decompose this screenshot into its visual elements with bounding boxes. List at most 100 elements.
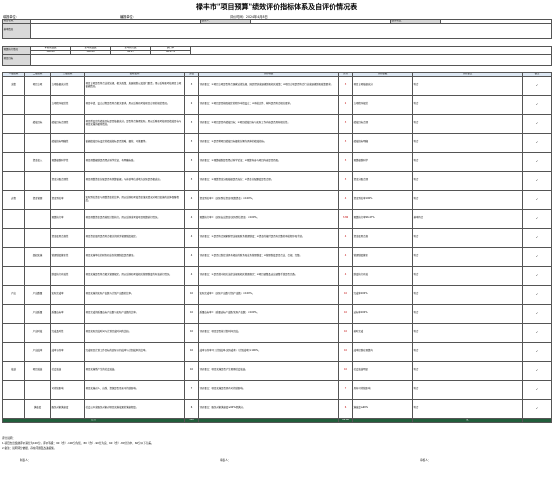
row-note: ✓: [522, 170, 552, 191]
row-l1: [2, 208, 25, 229]
row-basis: 具有可持续影响: [352, 379, 413, 400]
row-score: 4: [184, 227, 199, 248]
row-basis: 资金分配合理: [352, 170, 413, 191]
row-l3: 质量达标率: [50, 303, 85, 324]
row-score: 10: [184, 341, 199, 362]
table-row: 绩效目标 绩效目标合理性 项目所设定的绩效目标是否依据充分，是否符合客观实际，用以反…: [2, 113, 552, 134]
row-note: ✓: [522, 246, 552, 267]
row-basis: 资金到位率100%: [352, 189, 413, 210]
row-got: 3: [338, 75, 353, 96]
row-note: ✓: [522, 322, 552, 343]
table-row: 制度执行有效性 项目实施是否符合相关管理规定，用以反映和考核相关管理制度的有效执行…: [2, 265, 552, 286]
row-desc: 项目实施单位的财务和业务管理制度是否健全。: [84, 246, 185, 267]
row-desc: 项目实施是否符合相关管理规定，用以反映和考核相关管理制度的有效执行情况。: [84, 265, 185, 286]
row-eval: 实际完成率=（实际产出数/计划产出数）×100%。: [198, 284, 339, 305]
row-basis: 立项程序规范: [352, 94, 413, 115]
budget-label: 预算执行情况: [2, 46, 31, 55]
row-note: ✓: [522, 303, 552, 324]
row-l2: 组织实施: [24, 246, 51, 267]
footer-line2: 2.备注：说明评分依据、存在问题及改进措施。: [2, 447, 57, 450]
basic-label: 基本情况: [2, 22, 31, 39]
row-l3: 绩效指标明确性: [50, 132, 85, 153]
row-desc: 完成项目计划工作目标的实际节约成本与计划成本的比率。: [84, 341, 185, 362]
table-row: 产出 产出数量 实际完成率 项目实施的实际产出数与计划产出数的比率。 10 实际完成率=（…: [2, 284, 552, 305]
row-got: 4: [338, 189, 353, 210]
row-point: 符合: [412, 284, 523, 305]
row-l1: 产出: [2, 284, 25, 305]
row-basis: 绩效指标明确: [352, 132, 413, 153]
total-eval: [198, 417, 339, 423]
row-eval: 评价要点：项目是否按计划时间完成。: [198, 322, 339, 343]
row-desc: 实际到位资金与预算资金的比率，用以反映和考核资金落实情况对项目实施的总体保障程度…: [84, 189, 185, 210]
row-point: 符合: [412, 227, 523, 248]
indicator-rows: 决策 项目立项 立项依据充分性 项目立项是否符合法律法规、相关政策、发展规划以及部门职…: [2, 75, 552, 419]
row-l1: [2, 132, 25, 153]
row-got: 4: [338, 265, 353, 286]
table-row: 决策 项目立项 立项依据充分性 项目立项是否符合法律法规、相关政策、发展规划以及部门职…: [2, 75, 552, 96]
row-eval: 评价要点：①预算编制是否经过科学论证；②预算内容与项目内容是否匹配。: [198, 151, 339, 172]
row-l2: 资金管理: [24, 189, 51, 210]
row-eval: 评价要点：①是否将项目绩效目标细化分解为具体的绩效指标。: [198, 132, 339, 153]
row-l1: [2, 151, 25, 172]
row-point: 符合: [412, 170, 523, 191]
row-point: 符合: [412, 379, 523, 400]
row-score: 7: [184, 379, 199, 400]
row-l1: [2, 379, 25, 400]
table-row: 满意度 服务对象满意度 社会公众或服务对象对项目实施效果的满意程度。 6 评价要点：服务…: [2, 398, 552, 419]
goal-label: 项目目标: [2, 53, 31, 66]
row-score: 3: [184, 113, 199, 134]
row-note: ✓: [522, 75, 552, 96]
row-got: 3: [338, 132, 353, 153]
row-got: 3: [338, 113, 353, 134]
row-basis: 达标率100%: [352, 303, 413, 324]
row-l3: 社会效益: [50, 360, 85, 381]
table-row: 资金投入 预算编制科学性 项目预算编制是否经过科学论证、有明确标准。 3 评价要点：①预…: [2, 151, 552, 172]
row-l3: 预算执行率: [50, 208, 85, 229]
row-score: 10: [184, 303, 199, 324]
row-l3: 预算编制科学性: [50, 151, 85, 172]
row-l2: [24, 170, 51, 191]
table-row: 预算执行率 项目预算资金是否按照计划执行，用以反映或考核项目预算执行情况。 4 预算执…: [2, 208, 552, 229]
row-note: ✓: [522, 398, 552, 419]
row-eval: 预算执行率=（实际支出资金/实际到位资金）×100%。: [198, 208, 339, 229]
row-basis: 管理制度健全: [352, 246, 413, 267]
row-l1: [2, 322, 25, 343]
row-point: 符合: [412, 94, 523, 115]
table-row: 过程 资金管理 资金到位率 实际到位资金与预算资金的比率，用以反映和考核资金落实情况对…: [2, 189, 552, 210]
row-point: 符合: [412, 265, 523, 286]
footer-title: 评分说明：: [2, 437, 15, 440]
row-desc: 项目完成的质量达标产出数与实际产出数的比率。: [84, 303, 185, 324]
footer-reviewer: 审核人：: [420, 459, 431, 462]
row-l3: 资金到位率: [50, 189, 85, 210]
page-title: 禄丰市"项目预算"绩效评价指标体系及自评价情况表: [195, 2, 358, 11]
row-basis: 预算编制科学: [352, 151, 413, 172]
row-got: 10: [338, 360, 353, 381]
row-note: ✓: [522, 189, 552, 210]
row-l3: 绩效目标合理性: [50, 113, 85, 134]
row-desc: 项目立项是否符合法律法规、相关政策、发展规划以及部门职责，用以反映和考核项目立项…: [84, 75, 185, 96]
row-basis: 资金使用合规: [352, 227, 413, 248]
row-l1: [2, 265, 25, 286]
total-basis: [352, 417, 413, 423]
row-l1: [2, 246, 25, 267]
row-l1: [2, 341, 25, 362]
row-score: 10: [184, 322, 199, 343]
row-l1: 过程: [2, 189, 25, 210]
row-l2: [24, 94, 51, 115]
row-desc: 项目实施所产生的社会效益。: [84, 360, 185, 381]
table-row: 产出质量 质量达标率 项目完成的质量达标产出数与实际产出数的比率。 10 质量达标率=（…: [2, 303, 552, 324]
row-point: 符合: [412, 341, 523, 362]
row-score: 3: [184, 151, 199, 172]
row-l2: [24, 132, 51, 153]
goal-value: [30, 53, 552, 66]
row-desc: 项目实施对人、自然、资源是否带来可持续影响。: [84, 379, 185, 400]
row-basis: 成本控制在预算内: [352, 341, 413, 362]
row-l1: [2, 113, 25, 134]
row-got: 2: [338, 94, 353, 115]
row-l1: [2, 94, 25, 115]
row-desc: 项目所设定的绩效目标是否依据充分，是否符合客观实际，用以反映和考核项目绩效目标与…: [84, 113, 185, 134]
row-eval: 评价要点：①是否已制定或具有相应的财务和业务管理制度；②管理制度是否合法、合规、…: [198, 246, 339, 267]
row-got: 6: [338, 398, 353, 419]
row-l1: 效益: [2, 360, 25, 381]
row-l2: 产出质量: [24, 303, 51, 324]
